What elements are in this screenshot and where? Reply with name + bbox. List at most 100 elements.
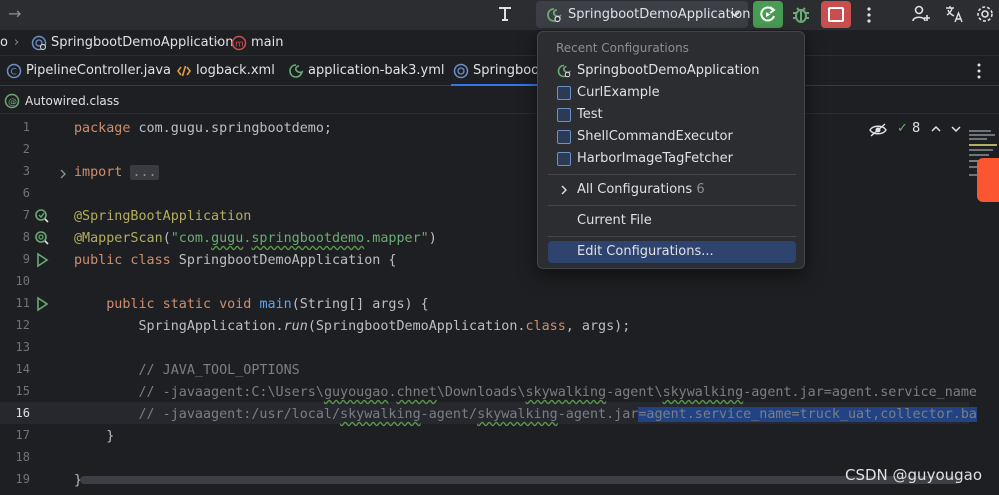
folded-imports[interactable]: ...	[130, 165, 159, 180]
line-number: 9	[22, 252, 30, 266]
chevron-up-icon[interactable]	[930, 123, 942, 135]
config-item-harbor-image-tag-fetcher[interactable]: HarborImageTagFetcher	[548, 148, 796, 170]
line-number: 13	[15, 340, 30, 354]
debug-bug-icon[interactable]	[789, 3, 813, 27]
chevron-right-icon	[561, 185, 567, 195]
application-icon	[557, 130, 571, 144]
line-number: 6	[22, 186, 30, 200]
comment: skywalking	[525, 385, 607, 400]
code-line-14: // JAVA_TOOL_OPTIONS	[74, 360, 300, 382]
breadcrumb: o › SpringbootDemoApplication › m main	[0, 30, 999, 56]
line-number: 18	[15, 450, 30, 464]
config-label: SpringbootDemoApplication	[577, 63, 760, 78]
all-configurations-count: 6	[696, 182, 705, 197]
run-class-icon[interactable]	[34, 252, 50, 268]
method-name: main	[259, 297, 292, 312]
fold-expand-icon[interactable]	[58, 166, 68, 182]
tab-logback[interactable]: logback.xml	[174, 56, 275, 86]
watermark-text: CSDN @guyougao	[845, 466, 983, 484]
keyword: public static void	[106, 297, 252, 312]
all-configurations-label: All Configurations 6	[577, 182, 705, 197]
code-line-1: package com.gugu.springbootdemo;	[74, 118, 332, 140]
horizontal-scrollbar[interactable]	[80, 476, 960, 484]
breadcrumb-item-partial[interactable]: o	[0, 35, 8, 50]
spring-bean-icon[interactable]	[34, 208, 50, 224]
java-class-icon: C	[6, 63, 22, 79]
breadcrumb-separator: ›	[14, 35, 20, 50]
breadcrumb-item-class[interactable]: SpringbootDemoApplication	[51, 35, 233, 50]
line-number: 12	[15, 318, 30, 332]
chevron-down-icon[interactable]	[950, 123, 962, 135]
current-file-label: Current File	[577, 213, 652, 228]
application-icon	[557, 108, 571, 122]
tabs-more-icon[interactable]	[972, 62, 986, 80]
hint-bar-label[interactable]: Autowired.class	[25, 94, 119, 108]
code-editor[interactable]: 1 2 3 6 7 8 9 10 11 12 13 14 15 16 17 18…	[0, 116, 999, 495]
tab-application-yml[interactable]: application-bak3.yml	[286, 56, 445, 86]
rerun-button[interactable]	[753, 1, 783, 28]
code-text: (	[162, 231, 171, 246]
check-icon: ✓	[897, 121, 908, 136]
breadcrumb-separator: ›	[214, 35, 220, 50]
line-number: 1	[22, 120, 30, 134]
line-number: 7	[22, 208, 30, 222]
popup-divider	[548, 174, 796, 175]
code-text: com.gugu.springbootdemo;	[130, 121, 332, 136]
config-label: HarborImageTagFetcher	[577, 151, 733, 166]
comment: .	[388, 385, 397, 400]
code-line-11: public static void main(String[] args) {	[74, 294, 429, 316]
mapper-scan-icon[interactable]	[34, 230, 50, 246]
string: springbootdemo	[251, 231, 365, 246]
current-file-item[interactable]: Current File	[548, 210, 796, 232]
config-item-springboot-demo[interactable]: SpringbootDemoApplication	[548, 60, 796, 82]
config-label: CurlExample	[577, 85, 660, 100]
settings-gear-icon[interactable]	[975, 4, 995, 24]
code-text: (String[] args) {	[291, 297, 429, 312]
decompiled-class-bar: @ Autowired.class	[0, 88, 999, 114]
line-number: 14	[15, 362, 30, 376]
more-vertical-icon[interactable]	[862, 5, 876, 25]
line-number: 3	[22, 164, 30, 178]
tab-springboot-demo-application[interactable]: Springbooth	[451, 56, 552, 86]
comment: skywalking	[662, 385, 744, 400]
tab-label: logback.xml	[196, 63, 275, 78]
all-configurations-item[interactable]: All Configurations 6	[548, 179, 796, 201]
keyword: class	[525, 319, 566, 334]
xml-file-icon	[177, 65, 191, 77]
code-line-12: SpringApplication.run(SpringbootDemoAppl…	[74, 316, 631, 338]
stop-button[interactable]	[821, 1, 851, 28]
reader-mode-icon[interactable]	[869, 122, 887, 138]
run-configuration-selector[interactable]: SpringbootDemoApplication	[536, 1, 750, 28]
back-arrow-icon[interactable]: →	[8, 5, 26, 23]
inspection-count[interactable]: ✓ 8	[897, 121, 920, 136]
text-format-icon[interactable]	[496, 5, 514, 23]
config-item-test[interactable]: Test	[548, 104, 796, 126]
code-text: )	[428, 231, 437, 246]
add-user-icon[interactable]	[911, 4, 931, 24]
spring-yml-icon	[289, 64, 304, 78]
application-icon	[557, 86, 571, 100]
run-main-icon[interactable]	[34, 296, 50, 312]
edit-configurations-item[interactable]: Edit Configurations...	[548, 241, 796, 263]
code-line-9: public class SpringbootDemoApplication {	[74, 250, 396, 272]
tab-pipeline-controller[interactable]: C PipelineController.java	[4, 56, 171, 86]
config-item-curl-example[interactable]: CurlExample	[548, 82, 796, 104]
breadcrumb-item-method[interactable]: main	[251, 35, 283, 50]
config-item-shell-command-executor[interactable]: ShellCommandExecutor	[548, 126, 796, 148]
popup-divider	[548, 205, 796, 206]
spring-boot-icon	[547, 8, 562, 23]
application-icon	[557, 152, 571, 166]
comment: -agent.jar	[557, 407, 639, 422]
method-icon: m	[231, 35, 247, 51]
comment: skywalking	[477, 407, 558, 422]
line-number: 2	[22, 142, 30, 156]
comment: -agent/	[420, 407, 478, 422]
keyword: package	[74, 121, 131, 136]
tab-label: application-bak3.yml	[308, 63, 445, 78]
stop-icon	[828, 7, 844, 22]
rerun-icon	[760, 6, 776, 22]
csdn-logo	[977, 158, 999, 202]
keyword: import	[74, 165, 123, 180]
translate-icon[interactable]	[944, 4, 964, 24]
line-number: 19	[15, 472, 30, 486]
